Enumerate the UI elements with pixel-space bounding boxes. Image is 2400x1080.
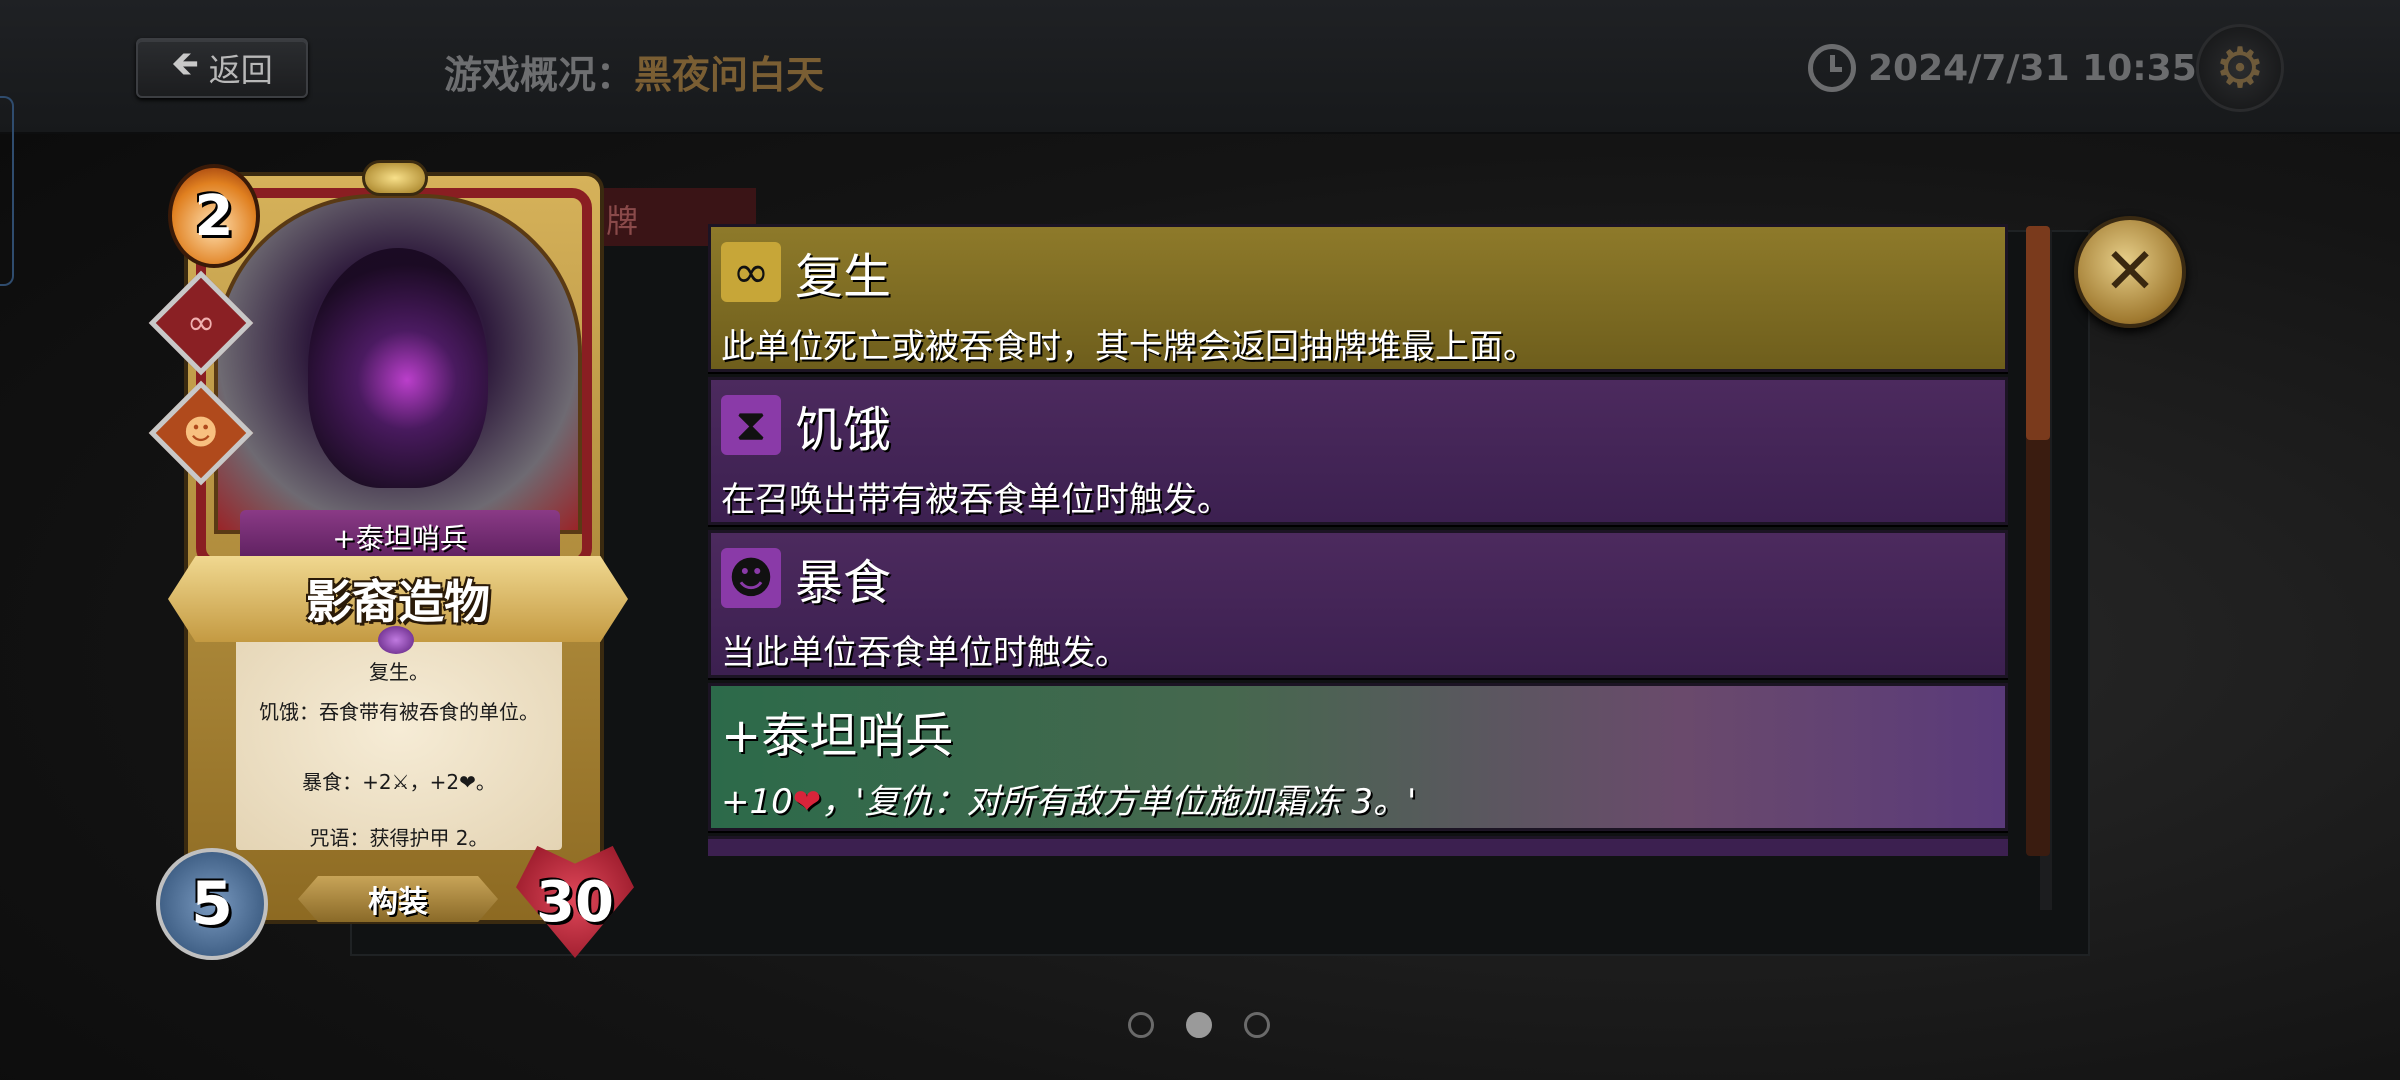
close-icon: ✕ [2103,235,2157,309]
card-text-line: 复生。 [369,660,429,684]
keyword-list-next-item [708,836,2008,856]
clock-icon [1808,44,1856,92]
upgrade-description: +10❤，'复仇：对所有敌方单位施加霜冻 3。' [721,774,1416,823]
panel-tab-label: 牌 [606,202,639,240]
card-subtitle: +泰坦哨兵 [240,510,560,564]
hourglass-icon: ⧗ [721,395,781,455]
card-art [214,194,582,534]
keyword-gluttony: ☻ 暴食 当此单位吞食单位时触发。 [708,530,2008,678]
gem-icon [378,626,414,654]
overview-label: 游戏概况： [444,53,635,97]
keyword-title: 复生 [795,249,892,305]
keyword-description: 在召唤出带有被吞食单位时触发。 [721,480,1231,520]
keyword-reborn: ∞ 复生 此单位死亡或被吞食时，其卡牌会返回抽牌堆最上面。 [708,224,2008,372]
attack-value: 5 [156,848,268,960]
game-overview-title: 游戏概况： 黑夜问白天 [444,44,824,99]
page-dot[interactable] [1244,1012,1270,1038]
page-dot-active[interactable] [1186,1012,1212,1038]
keyword-hunger: ⧗ 饥饿 在召唤出带有被吞食单位时触发。 [708,377,2008,525]
keyword-title: 饥饿 [795,402,892,458]
datetime-display: 2024/7/31 10:35 [1808,44,2197,92]
card-text-line: 暴食：+2⚔，+2❤。 [302,770,496,794]
keyword-title: 暴食 [795,555,892,611]
heart-icon: ❤ [792,782,822,822]
upgrade-desc-rest: ，'复仇：对所有敌方单位施加霜冻 3。' [821,782,1417,822]
back-arrow-icon: 🡸 [171,43,199,84]
keyword-description: 此单位死亡或被吞食时，其卡牌会返回抽牌堆最上面。 [721,327,1537,367]
shadow-creature-image [308,248,488,488]
gear-icon: ⚙ [2214,35,2266,101]
card-text-line: 饥饿：吞食带有被吞食的单位。 [259,700,539,724]
overview-game-name: 黑夜问白天 [634,53,825,97]
datetime-text: 2024/7/31 10:35 [1868,47,2197,89]
card-top-ornament [362,160,428,196]
card-type: 构装 [298,876,498,922]
card-text-line: 咒语：获得护甲 2。 [309,826,489,850]
infinity-icon: ∞ [721,242,781,302]
close-button[interactable]: ✕ [2074,216,2186,328]
unit-card: +泰坦哨兵 影裔造物 复生。 饥饿：吞食带有被吞食的单位。 暴食：+2⚔，+2❤… [168,172,628,924]
keyword-description: 当此单位吞食单位时触发。 [721,633,1129,673]
page-indicator [1128,1012,1270,1038]
keyword-scroll-thumb[interactable] [2026,226,2050,440]
settings-button[interactable]: ⚙ [2196,24,2284,112]
top-bar: 🡸 返回 游戏概况： 黑夜问白天 2024/7/31 10:35 ⚙ [0,0,2400,134]
infinity-icon: ∞ [186,302,216,343]
upgrade-title: +泰坦哨兵 [721,708,954,764]
upgrade-desc-prefix: +10 [721,782,793,822]
page-dot[interactable] [1128,1012,1154,1038]
devour-icon: ☻ [721,548,781,608]
back-button-label: 返回 [208,51,273,89]
back-button[interactable]: 🡸 返回 [136,38,308,98]
mana-cost: 2 [168,164,260,268]
devour-icon: ☻ [183,412,219,453]
side-edge-tab[interactable] [0,96,14,286]
upgrade-titan-sentry: +泰坦哨兵 +10❤，'复仇：对所有敌方单位施加霜冻 3。' [708,683,2008,831]
